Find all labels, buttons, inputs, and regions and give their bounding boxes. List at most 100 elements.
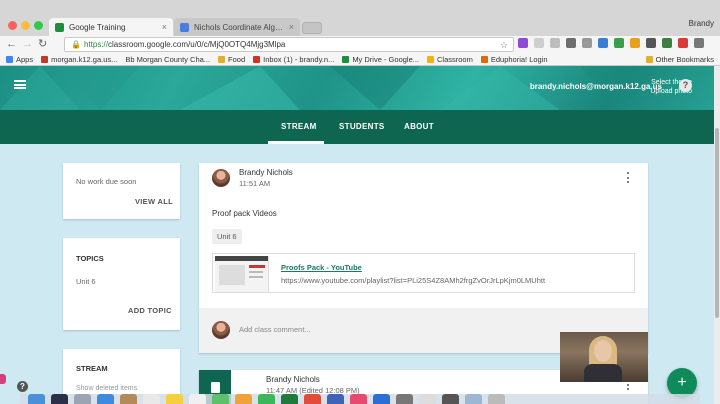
add-topic-button[interactable]: ADD TOPIC [128, 306, 172, 315]
bookmarks-bar: Apps morgan.k12.ga.us... Bb Morgan Count… [0, 53, 720, 66]
view-all-button[interactable]: VIEW ALL [135, 197, 173, 206]
calendar-icon[interactable] [143, 394, 160, 404]
extension-icon[interactable] [614, 38, 624, 48]
system-preferences-icon[interactable] [396, 394, 413, 404]
finder-icon[interactable] [28, 394, 45, 404]
eduphoria-icon [480, 55, 488, 63]
other-bookmarks[interactable]: Other Bookmarks [645, 55, 714, 64]
browser-profile-name[interactable]: Brandy [689, 19, 714, 28]
tab-nichols-algebra[interactable]: Nichols Coordinate Algebra Pl × [174, 18, 300, 36]
terminal-icon[interactable] [442, 394, 459, 404]
url-input[interactable]: 🔒 https:// classroom.google.com/u/0/c/Mj… [64, 37, 514, 52]
attachment-thumbnail [215, 256, 269, 292]
post-text: Proof pack Videos [212, 209, 277, 218]
topic-item-unit-6[interactable]: Unit 6 [76, 277, 96, 286]
tab-google-training[interactable]: Google Training × [49, 18, 173, 36]
link-attachment[interactable]: Proofs Pack - YouTube https://www.youtub… [212, 253, 635, 293]
show-deleted-toggle-label[interactable]: Show deleted items [76, 385, 137, 392]
class-comment-input[interactable]: Add class comment... [239, 325, 311, 334]
reload-icon[interactable]: ↻ [38, 39, 47, 50]
word-icon[interactable] [327, 394, 344, 404]
post-time: 11:51 AM [239, 179, 271, 188]
extension-icon[interactable] [518, 38, 528, 48]
folder-icon [645, 56, 653, 63]
stream-post: Brandy Nichols 11:51 AM Proof pack Video… [199, 163, 648, 353]
siri-icon[interactable] [51, 394, 68, 404]
bookmark-morgan-k12[interactable]: morgan.k12.ga.us... [41, 55, 117, 64]
itunes-icon[interactable] [350, 394, 367, 404]
help-icon[interactable]: ? [17, 381, 28, 392]
messages-icon[interactable] [258, 394, 275, 404]
minimize-window-button[interactable] [21, 21, 30, 30]
extension-icon[interactable] [566, 38, 576, 48]
classroom-favicon-icon [55, 22, 64, 32]
contacts-icon[interactable] [120, 394, 137, 404]
reminders-icon[interactable] [189, 394, 206, 404]
extension-icon[interactable] [662, 38, 672, 48]
tab-title: Google Training [69, 22, 126, 32]
webcam-face [594, 340, 612, 362]
extension-icon[interactable] [598, 38, 608, 48]
extension-icon[interactable] [646, 38, 656, 48]
bookmark-morgan-county[interactable]: Bb Morgan County Cha... [125, 55, 210, 64]
help-icon[interactable]: ? [679, 79, 692, 92]
close-tab-icon[interactable]: × [162, 22, 167, 32]
tab-students[interactable]: STUDENTS [339, 122, 385, 131]
powerpoint-icon[interactable] [304, 394, 321, 404]
close-window-button[interactable] [8, 21, 17, 30]
launchpad-icon[interactable] [74, 394, 91, 404]
upcoming-empty-text: No work due soon [76, 177, 137, 186]
excel-icon[interactable] [281, 394, 298, 404]
lock-icon: 🔒 [71, 40, 81, 49]
bookmark-eduphoria[interactable]: Eduphoria! Login [480, 55, 548, 64]
forward-icon[interactable]: → [22, 39, 33, 50]
maximize-window-button[interactable] [34, 21, 43, 30]
extension-icons [518, 38, 704, 48]
gmail-icon [253, 55, 261, 63]
docs-favicon-icon [180, 22, 189, 32]
page-scrollbar[interactable] [714, 66, 720, 404]
chrome-icon[interactable] [419, 394, 436, 404]
app-store-icon[interactable] [373, 394, 390, 404]
folder-icon[interactable] [465, 394, 482, 404]
extension-icon[interactable] [582, 38, 592, 48]
tab-stream[interactable]: STREAM [281, 122, 317, 131]
webcam-overlay [560, 332, 648, 382]
bookmark-star-icon[interactable]: ☆ [500, 40, 508, 51]
tab-title: Nichols Coordinate Algebra Pl [194, 22, 284, 32]
maps-icon[interactable] [212, 394, 229, 404]
back-icon[interactable]: ← [6, 39, 17, 50]
apps-grid-icon [6, 55, 13, 63]
extension-icon[interactable] [534, 38, 544, 48]
bookmark-food[interactable]: Food [218, 55, 245, 64]
webcam-body [584, 364, 622, 382]
avatar [212, 321, 230, 339]
side-tab [0, 374, 6, 384]
safari-icon[interactable] [97, 394, 114, 404]
new-tab-button[interactable] [302, 22, 322, 34]
tab-about[interactable]: ABOUT [404, 122, 434, 131]
bookmark-apps[interactable]: Apps [6, 55, 33, 64]
close-tab-icon[interactable]: × [289, 22, 294, 32]
attachment-title[interactable]: Proofs Pack - YouTube [281, 263, 362, 272]
scrollbar-thumb[interactable] [715, 128, 719, 318]
post-author: Brandy Nichols [266, 375, 320, 384]
upcoming-card: No work due soon VIEW ALL [63, 163, 180, 219]
photos-icon[interactable] [235, 394, 252, 404]
main-menu-icon[interactable] [14, 80, 26, 89]
stream-heading: STREAM [76, 364, 108, 373]
bookmark-classroom[interactable]: Classroom [427, 55, 473, 64]
menu-icon[interactable] [694, 38, 704, 48]
trash-icon[interactable] [488, 394, 505, 404]
bookmark-my-drive[interactable]: My Drive - Google... [342, 55, 419, 64]
url-path: classroom.google.com/u/0/c/MjQ0OTQ4Mjg3M… [107, 40, 286, 49]
extension-icon[interactable] [630, 38, 640, 48]
drive-icon [342, 55, 350, 63]
topic-chip[interactable]: Unit 6 [212, 229, 242, 244]
url-scheme: https:// [83, 40, 108, 49]
more-vert-icon[interactable] [627, 172, 630, 183]
notes-icon[interactable] [166, 394, 183, 404]
pinterest-icon[interactable] [678, 38, 688, 48]
bookmark-inbox[interactable]: Inbox (1) - brandy.n... [253, 55, 334, 64]
extension-icon[interactable] [550, 38, 560, 48]
